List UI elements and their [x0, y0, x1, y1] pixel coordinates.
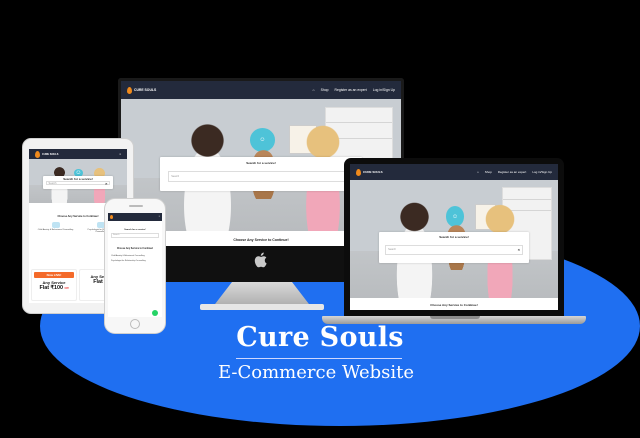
close-icon[interactable]: ×: [518, 247, 522, 252]
search-input[interactable]: Search ×: [385, 244, 523, 255]
search-title: Search for a service!: [439, 234, 469, 239]
phone-navbar: ≡: [108, 213, 162, 221]
hero-banner: ☺ Search for a service! Search×: [350, 180, 558, 298]
menu-icon[interactable]: ≡: [120, 153, 121, 156]
logo[interactable]: [110, 215, 113, 219]
imac-navbar: CURE SOULS ⌂ Shop Register as an expert …: [121, 81, 401, 99]
macbook-device: CURE SOULS ⌂ Shop Register as an expert …: [344, 158, 564, 316]
nav-menu: ≡: [120, 153, 121, 156]
whatsapp-icon[interactable]: [152, 310, 158, 316]
macbook-navbar: CURE SOULS ⌂ Shop Register as an expert …: [350, 164, 558, 180]
nav-shop[interactable]: Shop: [321, 88, 329, 92]
drop-logo-icon: [127, 86, 132, 94]
logo[interactable]: CURE SOULS: [35, 150, 59, 158]
apple-logo-icon: [254, 252, 267, 268]
caption-divider: [236, 358, 402, 359]
nav-menu: ⌂ Shop Register as an expert Log in/Sign…: [313, 88, 395, 92]
search-card: Search for a service! Search×: [42, 175, 114, 189]
search-input[interactable]: Search: [111, 233, 159, 238]
logo-text: CURE SOULS: [42, 152, 59, 156]
drop-logo-icon: [35, 150, 40, 158]
imac-foot: [200, 304, 324, 310]
logo-text: CURE SOULS: [134, 88, 157, 92]
phone-home-button: [130, 319, 140, 329]
nav-shop[interactable]: Shop: [485, 170, 492, 174]
offer-price: Flat ₹100 Off: [34, 285, 74, 291]
nav-login-signup[interactable]: Log in/Sign Up: [532, 170, 552, 174]
caption-subtitle: E-Commerce Website: [217, 362, 415, 383]
caption-title: Cure Souls: [236, 322, 404, 353]
close-icon[interactable]: ×: [105, 181, 109, 186]
phone-speaker: [129, 205, 143, 207]
offer-price-value: Flat ₹100: [39, 285, 63, 291]
logo[interactable]: CURE SOULS: [356, 168, 383, 176]
menu-icon[interactable]: ≡: [159, 216, 160, 218]
offer-card[interactable]: Now LIVE! Any Service Flat ₹100 Off: [31, 269, 77, 301]
logo-text: CURE SOULS: [363, 170, 383, 174]
nav-register-expert[interactable]: Register as an expert: [498, 170, 527, 174]
search-title: Search for a service!: [124, 229, 146, 231]
search-card: Search for a service! Search ×: [379, 231, 529, 263]
home-icon[interactable]: ⌂: [313, 88, 315, 92]
search-card: Search for a service! Search×: [160, 157, 362, 192]
search-placeholder: Search: [388, 248, 397, 252]
macbook-screen: CURE SOULS ⌂ Shop Register as an expert …: [350, 164, 558, 310]
showcase-stage: CURE SOULS ⌂ Shop Register as an expert …: [0, 0, 640, 438]
hero-banner: ☺ Search for a service! Search×: [29, 159, 127, 203]
phone-screen: ≡ Search for a service! Search Choose An…: [108, 213, 162, 317]
service-categories: Child Anxiety & Behavioural Counselling …: [108, 250, 162, 264]
drop-logo-icon: [110, 215, 113, 219]
search-placeholder: Search: [113, 234, 120, 236]
tablet-navbar: CURE SOULS ≡: [29, 149, 127, 159]
logo[interactable]: CURE SOULS: [127, 86, 157, 94]
category-relationship[interactable]: Psychologist for Relationship Counsellin…: [111, 260, 159, 262]
offer-price-suffix: Off: [64, 286, 69, 290]
nav-menu: ⌂ Shop Register as an expert Log in/Sign…: [477, 170, 552, 174]
nav-login-signup[interactable]: Log in/Sign Up: [373, 88, 395, 92]
category-child-anxiety[interactable]: Child Anxiety & Behavioural Counselling: [111, 255, 159, 257]
choose-service-heading: Choose Any Service to Continue!: [350, 298, 558, 310]
search-placeholder: Search: [171, 175, 180, 179]
category-child-anxiety[interactable]: Child Anxiety & Behavioural Counselling: [38, 222, 74, 233]
home-icon[interactable]: ⌂: [477, 170, 479, 174]
live-ribbon: Now LIVE!: [34, 272, 74, 278]
search-placeholder: Search: [48, 181, 57, 185]
nav-register-expert[interactable]: Register as an expert: [335, 88, 367, 92]
drop-logo-icon: [356, 168, 361, 176]
phone-device: ≡ Search for a service! Search Choose An…: [104, 198, 166, 334]
search-input[interactable]: Search ×: [45, 181, 111, 186]
macbook-notch: [430, 316, 480, 319]
search-input[interactable]: Search×: [168, 171, 354, 183]
search-title: Search for a service!: [246, 160, 276, 165]
